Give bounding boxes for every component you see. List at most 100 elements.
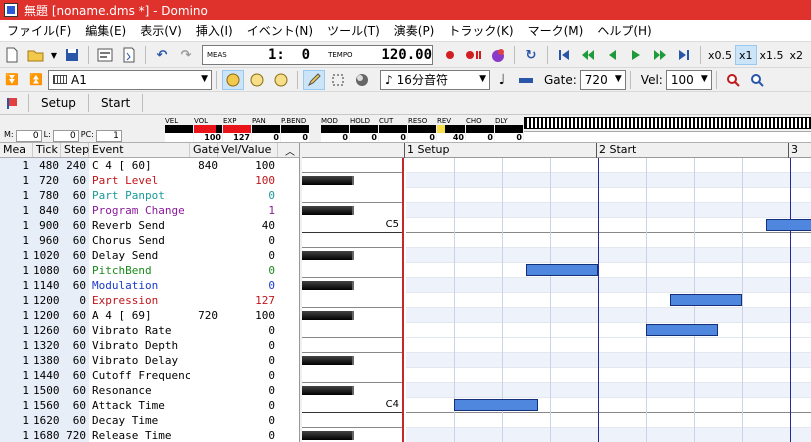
event-step-cell[interactable]: 240 [61, 158, 89, 173]
event-value-cell[interactable]: 0 [218, 368, 278, 383]
event-event-cell[interactable]: Delay Send [89, 248, 190, 263]
event-gate-cell[interactable] [190, 338, 218, 353]
event-tick-cell[interactable]: 1320 [33, 338, 61, 353]
event-row[interactable]: 1 720 60 Part Level 100 [0, 173, 299, 188]
event-tick-cell[interactable]: 1620 [33, 413, 61, 428]
event-value-cell[interactable]: 100 [218, 158, 278, 173]
event-row[interactable]: 1 480 240 C 4 [ 60] 840 100 [0, 158, 299, 173]
event-tick-cell[interactable]: 900 [33, 218, 61, 233]
document-icon[interactable] [118, 45, 140, 65]
menu-tools[interactable]: ツール(T) [320, 22, 387, 39]
ruler-mark[interactable]: 1 Setup [404, 143, 450, 158]
properties-icon[interactable] [94, 45, 116, 65]
marker-start-button[interactable]: Start [93, 93, 138, 113]
event-mea-cell[interactable]: 1 [0, 338, 33, 353]
event-tick-cell[interactable]: 1140 [33, 278, 61, 293]
event-mea-cell[interactable]: 1 [0, 413, 33, 428]
menu-track[interactable]: トラック(K) [441, 22, 520, 39]
track-up-icon[interactable]: ⏫ [25, 70, 47, 90]
play-icon[interactable] [625, 45, 647, 65]
event-step-cell[interactable]: 60 [61, 263, 89, 278]
event-value-cell[interactable]: 100 [218, 308, 278, 323]
event-value-cell[interactable]: 0 [218, 353, 278, 368]
note-block[interactable] [454, 399, 538, 411]
event-event-cell[interactable]: Decay Time [89, 413, 190, 428]
event-gate-cell[interactable] [190, 353, 218, 368]
event-row[interactable]: 1 1560 60 Attack Time 0 [0, 398, 299, 413]
event-event-cell[interactable]: Cutoff Frequency [89, 368, 190, 383]
event-tick-cell[interactable]: 1200 [33, 308, 61, 323]
event-event-cell[interactable]: C 4 [ 60] [89, 158, 190, 173]
rewind-icon[interactable] [577, 45, 599, 65]
white-key[interactable] [302, 233, 402, 248]
event-event-cell[interactable]: Reverb Send [89, 218, 190, 233]
event-value-cell[interactable]: 0 [218, 233, 278, 248]
velocity-mode-icon[interactable] [246, 70, 268, 90]
event-event-cell[interactable]: Resonance [89, 383, 190, 398]
event-mea-cell[interactable]: 1 [0, 323, 33, 338]
event-mea-cell[interactable]: 1 [0, 308, 33, 323]
track-down-icon[interactable]: ⏬ [1, 70, 23, 90]
black-key[interactable] [302, 431, 354, 440]
event-row[interactable]: 1 1260 60 Vibrato Rate 0 [0, 323, 299, 338]
event-value-cell[interactable]: 0 [218, 428, 278, 442]
event-event-cell[interactable]: Vibrato Delay [89, 353, 190, 368]
event-mea-cell[interactable]: 1 [0, 188, 33, 203]
note-grid[interactable] [406, 158, 811, 442]
event-event-cell[interactable]: Release Time [89, 428, 190, 442]
note-block[interactable] [766, 219, 811, 231]
pencil-tool-icon[interactable] [303, 69, 325, 90]
event-row[interactable]: 1 1440 60 Cutoff Frequency 0 [0, 368, 299, 383]
event-gate-cell[interactable] [190, 278, 218, 293]
event-row[interactable]: 1 1140 60 Modulation 0 [0, 278, 299, 293]
event-value-cell[interactable]: 1 [218, 203, 278, 218]
collapse-icon[interactable]: ︿ [285, 143, 295, 158]
menu-edit[interactable]: 編集(E) [78, 22, 133, 39]
event-value-cell[interactable]: 0 [218, 263, 278, 278]
event-step-cell[interactable]: 60 [61, 398, 89, 413]
open-dropdown-icon[interactable]: ▼ [49, 45, 59, 65]
col-step[interactable]: Step [61, 143, 89, 157]
ruler-mark[interactable]: 3 [788, 143, 798, 158]
quantize-select[interactable]: ♪ 16分音符 ▼ [380, 69, 490, 90]
white-key[interactable] [302, 413, 402, 428]
event-mea-cell[interactable]: 1 [0, 383, 33, 398]
event-tick-cell[interactable]: 1560 [33, 398, 61, 413]
menu-event[interactable]: イベント(N) [240, 22, 320, 39]
app-icon[interactable] [4, 3, 18, 17]
event-value-cell[interactable]: 40 [218, 218, 278, 233]
event-mea-cell[interactable]: 1 [0, 158, 33, 173]
col-mea[interactable]: Mea [0, 143, 33, 157]
event-mea-cell[interactable]: 1 [0, 173, 33, 188]
speed-x1-button[interactable]: x1 [735, 45, 757, 65]
black-key[interactable] [302, 311, 354, 320]
event-step-cell[interactable]: 60 [61, 383, 89, 398]
black-key[interactable] [302, 356, 354, 365]
event-mea-cell[interactable]: 1 [0, 353, 33, 368]
event-value-cell[interactable]: 127 [218, 293, 278, 308]
event-event-cell[interactable]: Attack Time [89, 398, 190, 413]
black-key[interactable] [302, 386, 354, 395]
event-value-cell[interactable]: 100 [218, 173, 278, 188]
event-event-cell[interactable]: Vibrato Depth [89, 338, 190, 353]
speed-x2-button[interactable]: x2 [787, 45, 807, 65]
event-gate-cell[interactable]: 720 [190, 308, 218, 323]
black-key[interactable] [302, 281, 354, 290]
event-row[interactable]: 1 1320 60 Vibrato Depth 0 [0, 338, 299, 353]
event-gate-cell[interactable] [190, 248, 218, 263]
event-value-cell[interactable]: 0 [218, 188, 278, 203]
menu-view[interactable]: 表示(V) [133, 22, 189, 39]
white-key[interactable] [302, 338, 402, 353]
event-mea-cell[interactable]: 1 [0, 293, 33, 308]
event-step-cell[interactable]: 60 [61, 338, 89, 353]
event-mea-cell[interactable]: 1 [0, 368, 33, 383]
marker-setup-button[interactable]: Setup [33, 93, 84, 113]
white-key[interactable] [302, 323, 402, 338]
event-row[interactable]: 1 1380 60 Vibrato Delay 0 [0, 353, 299, 368]
control-mode-icon[interactable] [270, 70, 292, 90]
menu-help[interactable]: ヘルプ(H) [590, 22, 658, 39]
select-tool-icon[interactable] [327, 70, 349, 90]
event-event-cell[interactable]: PitchBend [89, 263, 190, 278]
event-row[interactable]: 1 1200 60 A 4 [ 69] 720 100 [0, 308, 299, 323]
note-block[interactable] [646, 324, 718, 336]
